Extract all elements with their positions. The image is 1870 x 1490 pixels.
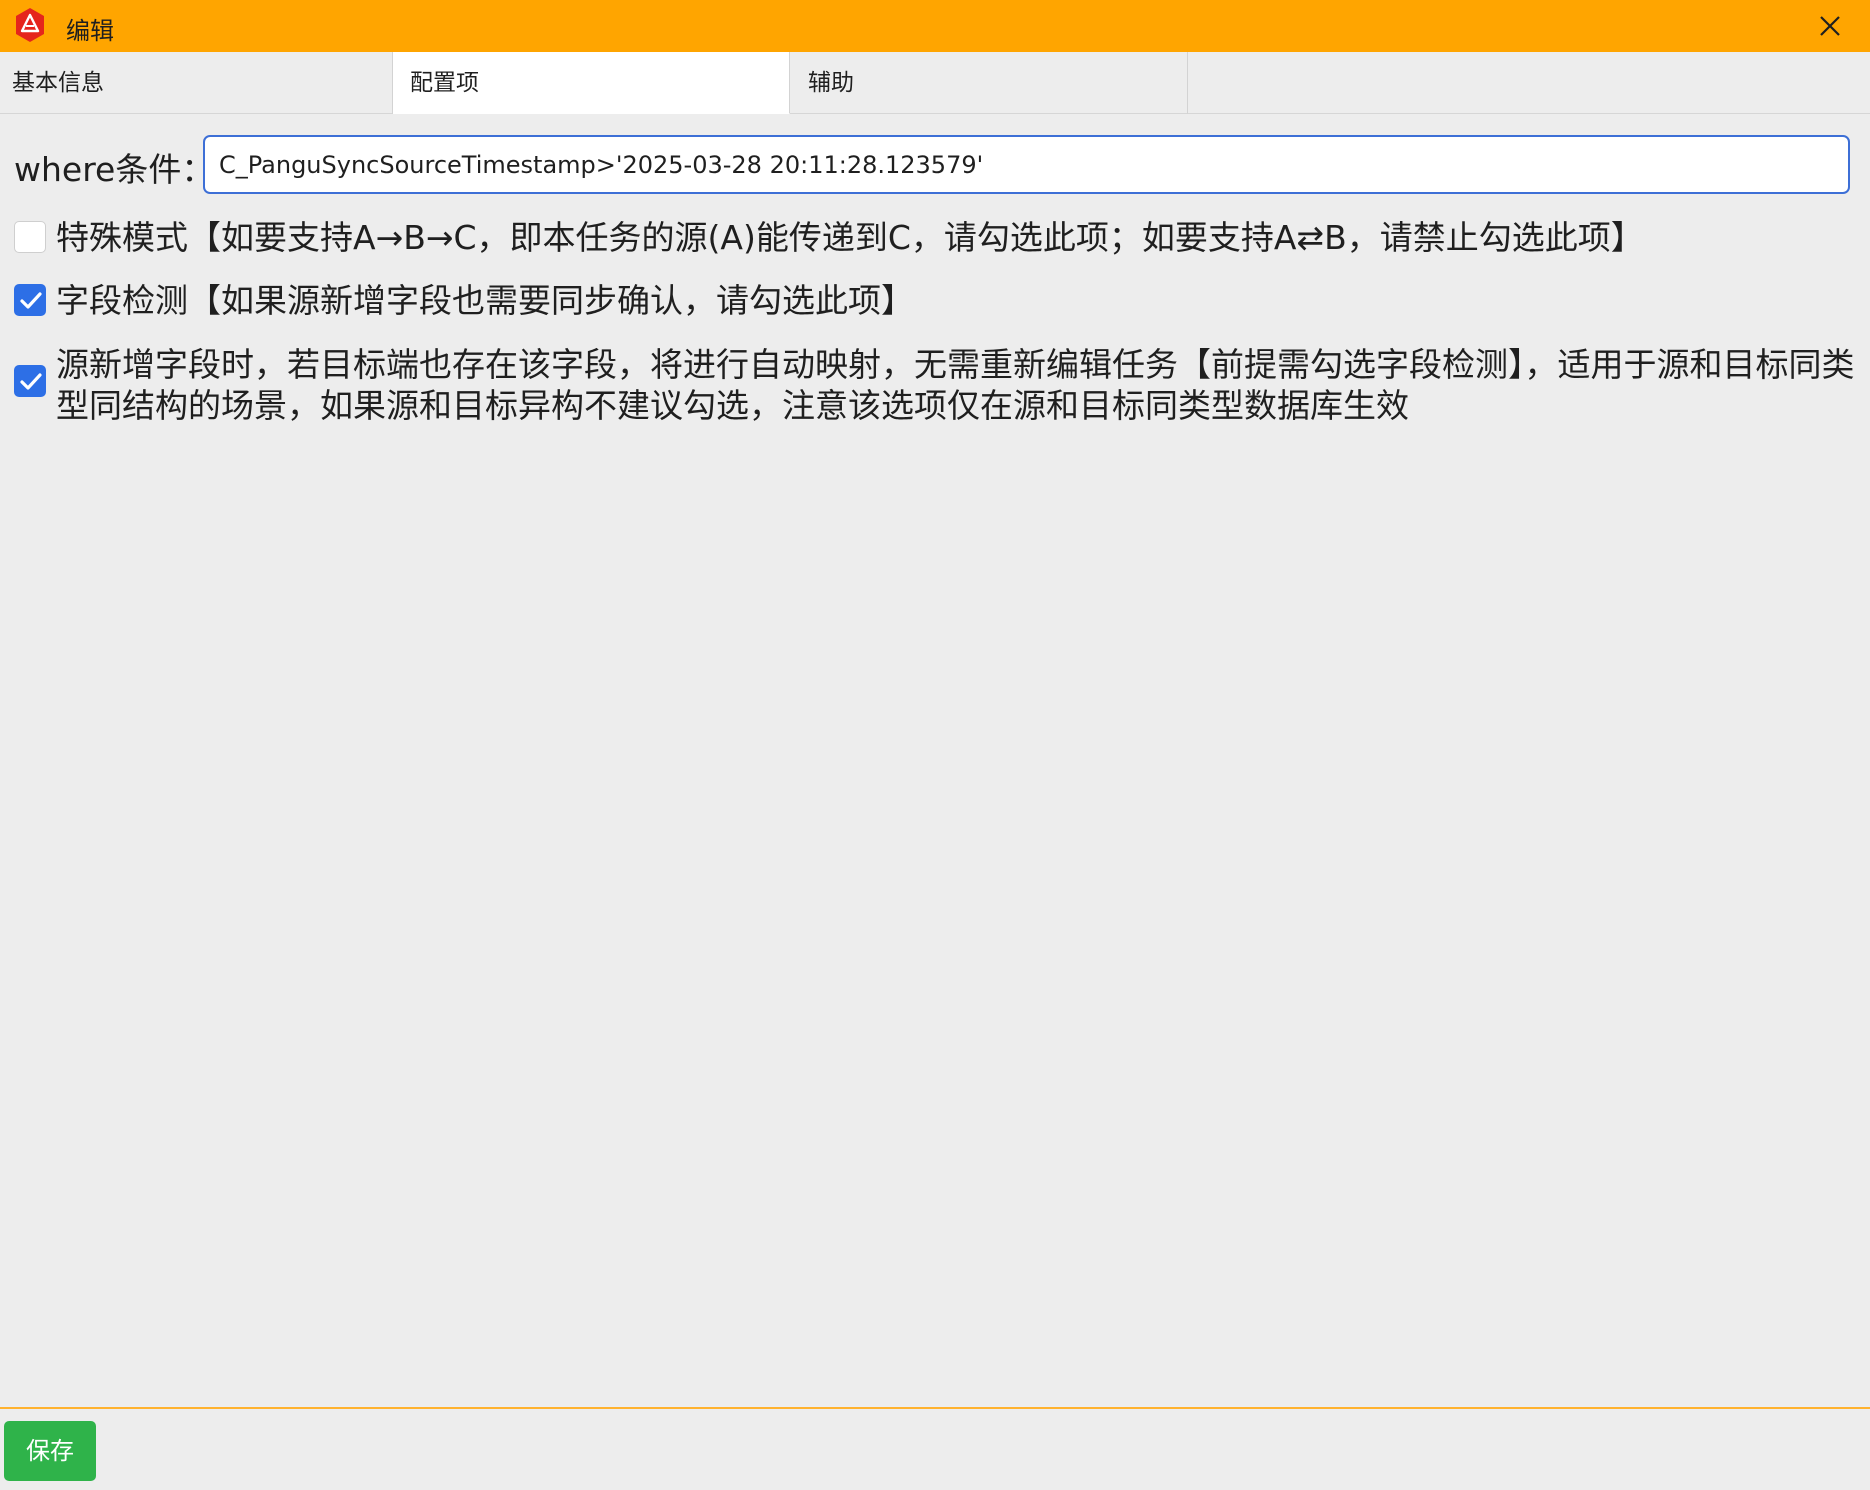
title-bar: 编辑 [0, 0, 1870, 52]
footer-divider [0, 1407, 1870, 1409]
field-check-checkbox[interactable] [14, 284, 46, 316]
tab-config[interactable]: 配置项 [393, 52, 790, 114]
field-check-label: 字段检测【如果源新增字段也需要同步确认，请勾选此项】 [56, 281, 914, 320]
tab-basic-info[interactable]: 基本信息 [0, 52, 393, 114]
checkmark-icon [20, 373, 42, 390]
edit-dialog: 编辑 基本信息 配置项 辅助 where条件： 特殊模式【如要支持A→B→C，即… [0, 0, 1870, 1490]
checkmark-icon [20, 292, 42, 309]
special-mode-checkbox[interactable] [14, 221, 46, 253]
app-logo-icon [14, 7, 46, 43]
where-condition-label: where条件： [14, 150, 215, 189]
tab-auxiliary[interactable]: 辅助 [790, 52, 1188, 114]
window-title: 编辑 [66, 17, 114, 45]
save-button[interactable]: 保存 [4, 1421, 96, 1481]
special-mode-label: 特殊模式【如要支持A→B→C，即本任务的源(A)能传递到C，请勾选此项；如要支持… [56, 218, 1644, 257]
auto-mapping-label: 源新增字段时，若目标端也存在该字段，将进行自动映射，无需重新编辑任务【前提需勾选… [56, 345, 1855, 425]
close-icon[interactable] [1814, 10, 1846, 42]
auto-mapping-checkbox[interactable] [14, 365, 46, 397]
tab-bar: 基本信息 配置项 辅助 [0, 52, 1870, 114]
where-condition-input[interactable] [203, 135, 1850, 194]
